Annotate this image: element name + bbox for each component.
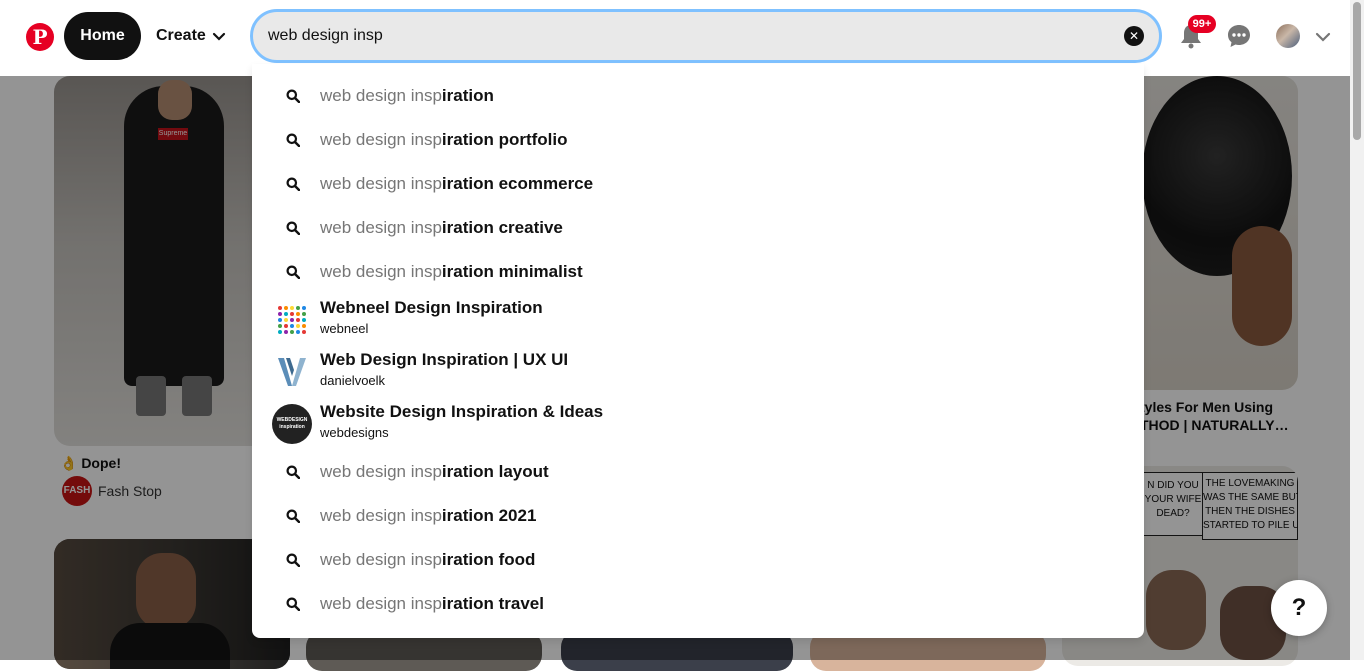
board-suggestion[interactable]: Webneel Design Inspiration webneel: [252, 294, 1144, 346]
search-bar: ✕: [250, 9, 1162, 63]
suggestion-item[interactable]: web design inspiration food: [252, 538, 1144, 582]
scrollbar-thumb[interactable]: [1353, 2, 1361, 140]
search-icon: [286, 89, 300, 103]
search-icon: [286, 553, 300, 567]
search-icon: [286, 177, 300, 191]
board-thumbnail-dots: [272, 300, 312, 340]
chevron-down-icon: [212, 32, 225, 41]
search-input[interactable]: [268, 12, 1108, 60]
create-label: Create: [156, 27, 206, 44]
create-button[interactable]: Create: [150, 12, 232, 60]
suggestion-item[interactable]: web design inspiration ecommerce: [252, 162, 1144, 206]
user-avatar[interactable]: [1276, 24, 1300, 48]
board-owner: webneel: [320, 321, 369, 336]
board-title: Website Design Inspiration & Ideas: [320, 402, 604, 421]
search-icon: [286, 221, 300, 235]
suggestion-item[interactable]: web design inspiration: [252, 74, 1144, 118]
pinterest-logo-icon[interactable]: P: [26, 23, 54, 51]
board-title: Webneel Design Inspiration: [320, 298, 543, 317]
board-owner: webdesigns: [320, 425, 389, 440]
clear-search-icon[interactable]: ✕: [1124, 26, 1144, 46]
search-suggestions-dropdown: web design inspiration web design inspir…: [252, 64, 1144, 638]
suggestion-item[interactable]: web design inspiration layout: [252, 450, 1144, 494]
search-icon: [286, 597, 300, 611]
search-icon: [286, 133, 300, 147]
suggestion-item[interactable]: web design inspiration portfolio: [252, 118, 1144, 162]
board-suggestion[interactable]: WEBDESIGN inspiration Website Design Ins…: [252, 398, 1144, 450]
help-button[interactable]: ?: [1271, 580, 1327, 636]
messages-icon[interactable]: [1225, 20, 1253, 52]
home-button[interactable]: Home: [64, 12, 141, 60]
board-thumbnail-webdesign: WEBDESIGN inspiration: [272, 404, 312, 444]
notification-badge: 99+: [1188, 15, 1216, 33]
search-icon: [286, 265, 300, 279]
suggestion-item[interactable]: web design inspiration 2021: [252, 494, 1144, 538]
board-title: Web Design Inspiration | UX UI: [320, 350, 569, 369]
search-icon: [286, 465, 300, 479]
board-suggestion[interactable]: Web Design Inspiration | UX UI danielvoe…: [252, 346, 1144, 398]
suggestion-item[interactable]: web design inspiration travel: [252, 582, 1144, 626]
suggestion-item[interactable]: web design inspiration minimalist: [252, 250, 1144, 294]
suggestion-item[interactable]: web design inspiration creative: [252, 206, 1144, 250]
board-owner: danielvoelk: [320, 373, 386, 388]
search-icon: [286, 509, 300, 523]
page-scrollbar[interactable]: [1350, 0, 1364, 660]
account-chevron-down-icon[interactable]: [1314, 28, 1332, 46]
board-thumbnail-v-logo: [272, 352, 312, 392]
